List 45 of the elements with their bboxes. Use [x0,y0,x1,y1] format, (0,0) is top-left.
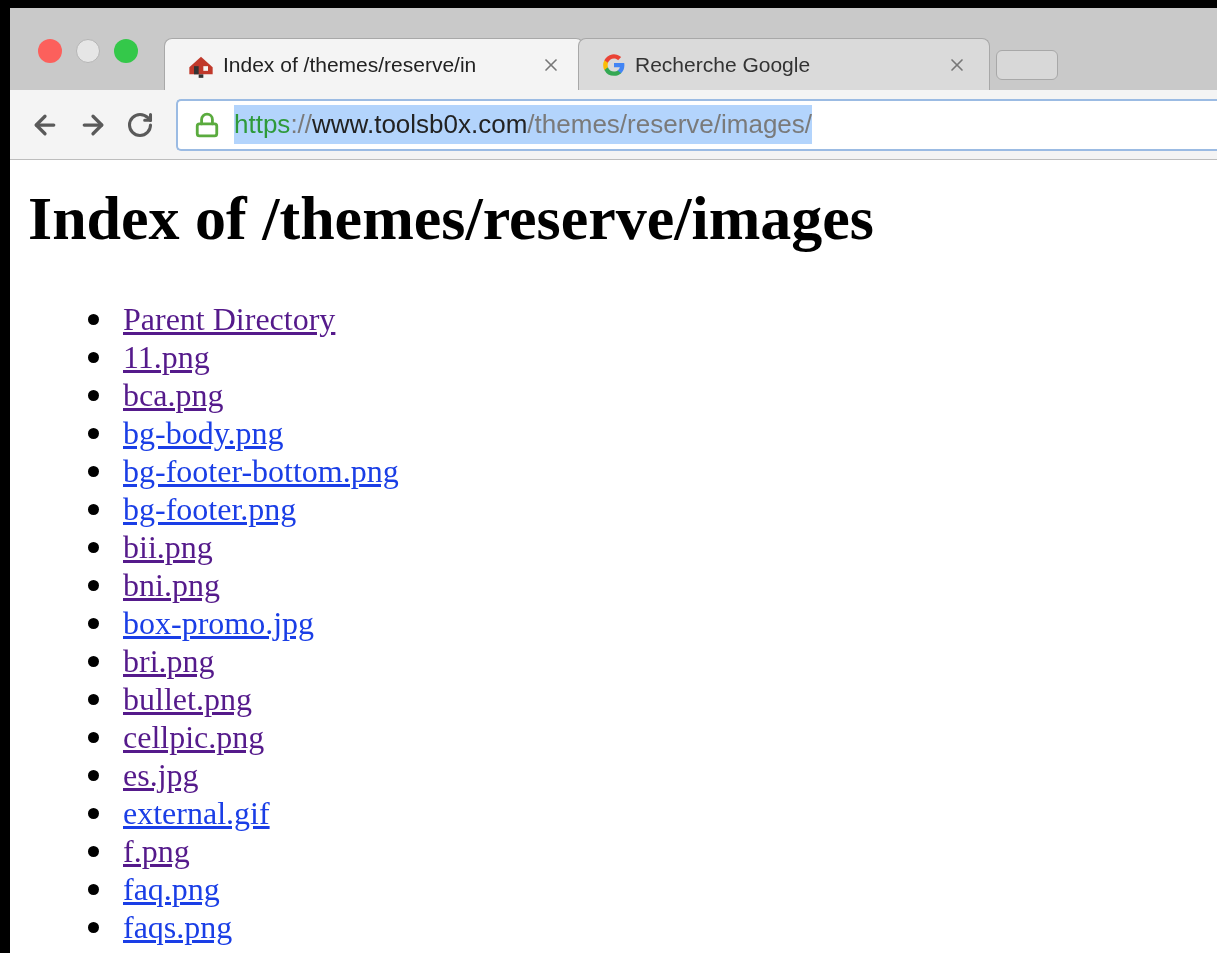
address-bar[interactable]: https://www.toolsb0x.com/themes/reserve/images/ [176,98,1217,151]
bullet-icon [88,541,99,553]
bullet-icon [88,389,99,401]
file-link[interactable]: bg-footer-bottom.png [123,452,399,490]
tab-title: Recherche Google [635,51,812,78]
file-link[interactable]: external.gif [123,794,270,832]
browser-tab[interactable]: Recherche Google [578,38,990,90]
file-link[interactable]: bullet.png [123,680,252,718]
file-link[interactable]: f.png [123,832,190,870]
file-link[interactable]: box-promo.jpg [123,604,315,642]
bullet-icon [88,427,99,439]
close-window-button[interactable] [38,39,62,63]
bullet-icon [88,313,99,325]
file-link[interactable]: faqs.png [123,908,233,946]
lock-icon [194,111,220,138]
file-link[interactable]: 11.png [123,338,210,376]
bullet-icon [88,351,99,363]
file-link[interactable]: bca.png [123,376,224,414]
bullet-icon [88,883,99,895]
page-heading: Index of /themes/reserve/images [28,183,875,254]
bullet-icon [88,655,99,667]
file-link[interactable]: bni.png [123,566,220,604]
file-link[interactable]: bg-footer.png [123,490,297,528]
url-text: https://www.toolsb0x.com/themes/reserve/images/ [234,105,813,144]
file-link[interactable]: bri.png [123,642,215,680]
bullet-icon [88,465,99,477]
file-link[interactable]: faq.png [123,870,220,908]
bullet-icon [88,579,99,591]
new-tab-button[interactable] [996,50,1058,80]
tab-title: Index of /themes/reserve/in [223,51,478,78]
file-link[interactable]: bii.png [123,528,213,566]
reload-icon[interactable] [126,110,154,139]
google-icon [601,51,627,78]
file-link[interactable]: es.jpg [123,756,199,794]
bullet-icon [88,503,99,515]
bullet-icon [88,769,99,781]
bullet-icon [88,921,99,933]
bullet-icon [88,845,99,857]
file-link[interactable]: Parent Directory [123,300,336,338]
file-link[interactable]: cellpic.png [123,718,265,756]
bullet-icon [88,807,99,819]
bullet-icon [88,731,99,743]
file-link[interactable]: bg-body.png [123,414,284,452]
bullet-icon [88,617,99,629]
bullet-icon [88,693,99,705]
